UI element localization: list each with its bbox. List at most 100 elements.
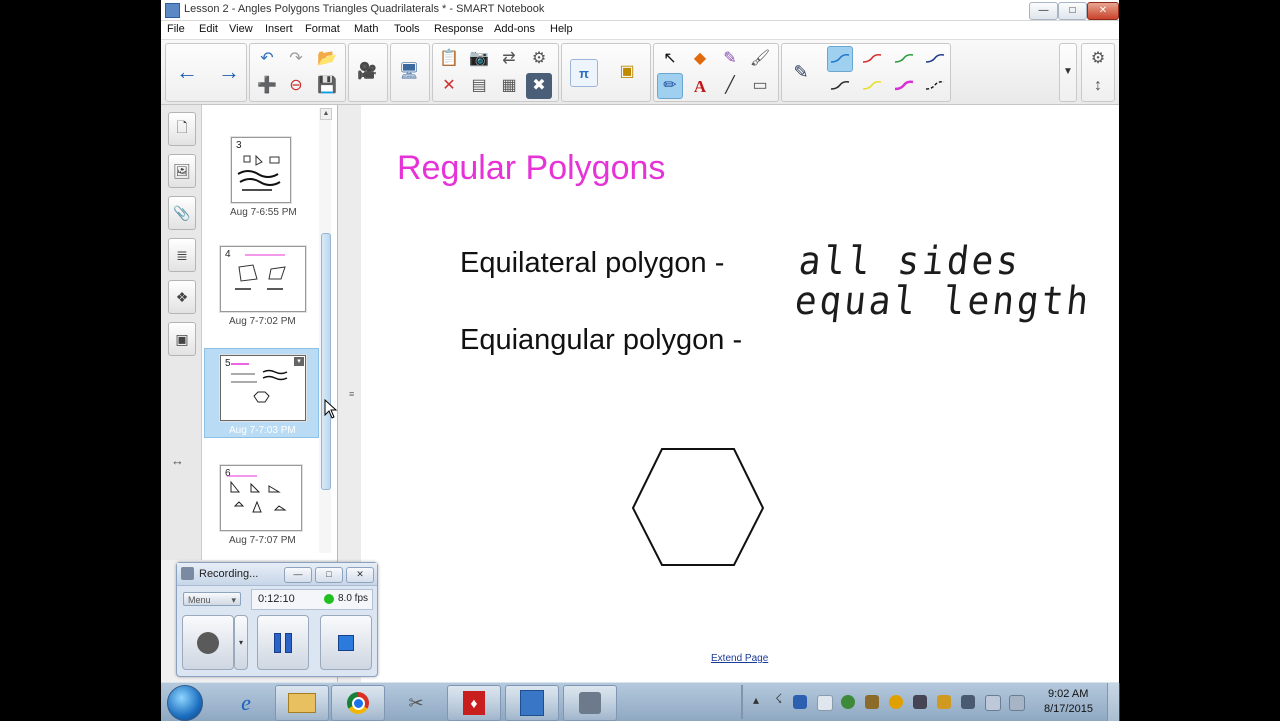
record-options-button[interactable]: ▾ xyxy=(234,615,248,670)
pen-style-6[interactable] xyxy=(859,73,885,99)
clock-date[interactable]: 8/17/2015 xyxy=(1044,703,1093,715)
gear-icon[interactable]: ⚙ xyxy=(1085,46,1111,72)
line-icon[interactable]: ╱ xyxy=(717,73,743,99)
document-camera-icon[interactable]: 🎥 xyxy=(354,59,380,85)
page-thumbnail[interactable]: 6 Aug 7-7:07 PM xyxy=(218,465,330,553)
swap-side-icon[interactable]: ↔ xyxy=(171,453,184,468)
magic-pen-icon[interactable]: ⚙ xyxy=(526,46,552,72)
save-icon[interactable]: 💾 xyxy=(314,73,340,99)
smart-notebook-taskbar-icon[interactable] xyxy=(505,685,559,721)
smart-board-icon[interactable] xyxy=(865,695,879,709)
scroll-thumb[interactable] xyxy=(321,233,331,490)
whiteboard-canvas[interactable]: Regular Polygons Equilateral polygon - E… xyxy=(361,105,1119,682)
snipping-tool-icon[interactable]: ✂ xyxy=(389,685,443,721)
recorder-close-button[interactable]: ✕ xyxy=(346,567,374,583)
open-file-icon[interactable]: 📂 xyxy=(314,46,340,72)
volume-icon[interactable] xyxy=(1009,695,1025,711)
menu-format[interactable]: Format xyxy=(305,23,340,35)
record-button[interactable] xyxy=(182,615,234,670)
update-icon[interactable] xyxy=(889,695,903,709)
attachments-tab-icon[interactable]: 📎 xyxy=(168,196,196,230)
clock-time[interactable]: 9:02 AM xyxy=(1048,688,1088,700)
undo-icon[interactable]: ↶ xyxy=(254,46,280,72)
delete-icon[interactable]: ✕ xyxy=(436,73,462,99)
menu-edit[interactable]: Edit xyxy=(199,23,218,35)
usb-icon[interactable]: ☇ xyxy=(775,691,782,707)
eraser-icon[interactable]: ▭ xyxy=(747,73,773,99)
pen-style-4[interactable] xyxy=(922,46,948,72)
recorder-menu-dropdown[interactable]: Menu ▾ xyxy=(183,592,241,606)
extend-page-link[interactable]: Extend Page xyxy=(711,653,768,664)
page-sorter-scrollbar[interactable]: ▲ xyxy=(319,108,332,553)
recorder-taskbar-icon[interactable] xyxy=(563,685,617,721)
move-toolbar-icon[interactable]: ↕ xyxy=(1085,73,1111,99)
delete-page-icon[interactable]: ⊖ xyxy=(283,73,309,99)
show-hidden-icons-icon[interactable]: ▴ xyxy=(753,693,759,707)
pen-style-1[interactable] xyxy=(827,46,853,72)
flag-icon[interactable] xyxy=(913,695,927,709)
network-icon[interactable] xyxy=(985,695,1001,711)
screen-shade-toggle-icon[interactable]: ▤ xyxy=(466,73,492,99)
pen-style-2[interactable] xyxy=(859,46,885,72)
gallery-icon[interactable]: ▣ xyxy=(614,59,640,85)
fill-icon[interactable]: 🖌 xyxy=(747,46,773,72)
close-button[interactable]: ✕ xyxy=(1087,2,1119,20)
page-sorter-tab-icon[interactable]: 🗋 xyxy=(168,112,196,146)
add-ons-tab-icon[interactable]: ❖ xyxy=(168,280,196,314)
menu-view[interactable]: View xyxy=(229,23,253,35)
file-explorer-icon[interactable] xyxy=(275,685,329,721)
pen-style-5[interactable] xyxy=(827,73,853,99)
menu-file[interactable]: File xyxy=(167,23,185,35)
shape-recognition-icon[interactable]: ◆ xyxy=(687,46,713,72)
recorder-restore-button[interactable]: □ xyxy=(315,567,343,583)
menu-math[interactable]: Math xyxy=(354,23,378,35)
menu-tools[interactable]: Tools xyxy=(394,23,420,35)
menu-insert[interactable]: Insert xyxy=(265,23,293,35)
next-page-icon[interactable]: → xyxy=(216,59,242,85)
pause-button[interactable] xyxy=(257,615,309,670)
chrome-icon[interactable] xyxy=(331,685,385,721)
recorder-minimize-button[interactable]: — xyxy=(284,567,312,583)
lesson-activity-tab-icon[interactable]: ▣ xyxy=(168,322,196,356)
math-pi-icon[interactable]: π xyxy=(570,59,598,87)
pen-style-3[interactable] xyxy=(891,46,917,72)
stop-button[interactable] xyxy=(320,615,372,670)
previous-page-icon[interactable]: ← xyxy=(174,59,200,85)
add-page-icon[interactable]: ➕ xyxy=(254,73,280,99)
screen-capture-icon[interactable]: 📷 xyxy=(466,46,492,72)
chevron-down-icon[interactable]: ▼ xyxy=(1055,59,1081,85)
page-thumbnail-selected[interactable]: 5 ▾ Aug 7-7:03 PM xyxy=(218,355,330,443)
paste-icon[interactable]: 📋 xyxy=(436,46,462,72)
page-thumbnail[interactable]: 4 Aug 7-7:02 PM xyxy=(218,246,330,334)
network-monitor-icon[interactable] xyxy=(793,695,807,709)
power-icon[interactable] xyxy=(961,695,975,709)
minimize-button[interactable]: — xyxy=(1029,2,1058,20)
creative-pen-icon[interactable]: ✎ xyxy=(717,46,743,72)
start-button[interactable] xyxy=(167,685,203,721)
properties-tab-icon[interactable]: ≣ xyxy=(168,238,196,272)
pen-properties-icon[interactable]: ✎ xyxy=(788,59,814,85)
menu-response[interactable]: Response xyxy=(434,23,484,35)
gallery-tab-icon[interactable]: 🖼 xyxy=(168,154,196,188)
pen-style-7[interactable] xyxy=(891,73,917,99)
close-fullscreen-icon[interactable]: ✖ xyxy=(526,73,552,99)
text-icon[interactable]: A xyxy=(687,73,713,99)
menu-add-ons[interactable]: Add-ons xyxy=(494,23,535,35)
hexagon-shape[interactable] xyxy=(631,447,771,571)
redo-icon[interactable]: ↷ xyxy=(283,46,309,72)
acrobat-icon[interactable]: ♦ xyxy=(447,685,501,721)
screen-shade-icon[interactable]: 🖥 xyxy=(396,59,422,85)
table-icon[interactable]: ▦ xyxy=(496,73,522,99)
ink-icon[interactable] xyxy=(937,695,951,709)
menu-help[interactable]: Help xyxy=(550,23,573,35)
page-menu-chevron-icon[interactable]: ▾ xyxy=(294,357,304,366)
pens-icon[interactable]: ✏ xyxy=(657,73,683,99)
internet-explorer-icon[interactable]: e xyxy=(219,685,273,721)
handwritten-note-line1[interactable]: all sides xyxy=(797,239,1024,283)
scroll-up-icon[interactable]: ▲ xyxy=(320,108,332,120)
security-icon[interactable] xyxy=(841,695,855,709)
select-arrow-icon[interactable]: ↖ xyxy=(657,46,683,72)
maximize-button[interactable]: □ xyxy=(1058,2,1087,20)
show-desktop-button[interactable] xyxy=(1107,683,1120,721)
pen-style-8[interactable] xyxy=(922,73,948,99)
